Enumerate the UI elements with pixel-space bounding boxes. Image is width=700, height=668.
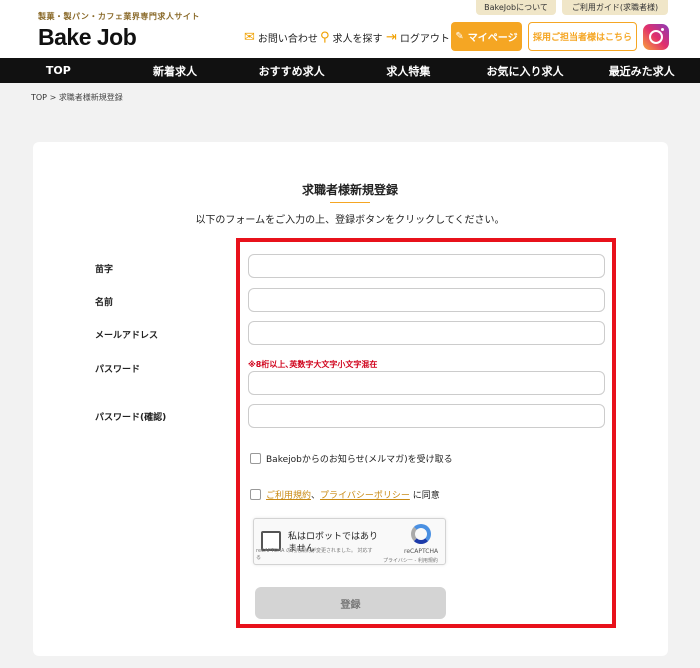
main-nav: TOP 新着求人 おすすめ求人 求人特集 お気に入り求人 最近みた求人 [0,58,700,83]
terms-link[interactable]: ご利用規約 [266,491,311,501]
nav-recommended-jobs[interactable]: おすすめ求人 [233,58,350,83]
breadcrumb-current: 求職者様新規登録 [58,93,123,102]
form-intro: 以下のフォームをご入力の上、登録ボタンをクリックしてください。 [195,215,505,226]
logout-link[interactable]: ⇥ ログアウト [386,30,450,45]
breadcrumb: TOP > 求職者様新規登録 [31,92,123,103]
mail-icon: ✉ [244,30,255,45]
nav-job-features[interactable]: 求人特集 [350,58,467,83]
recaptcha-widget: 私はロボットではありません reCAPTCHA reCAPTCHA の利用規約が… [253,518,446,565]
site-tagline: 製菓・製パン・カフェ業界専門求人サイト [38,12,200,21]
edit-icon: ✎ [455,31,464,42]
privacy-link[interactable]: プライバシーポリシー [320,491,410,501]
terms-option[interactable]: ご利用規約、プライバシーポリシー に同意 [250,488,440,501]
logout-label: ログアウト [399,34,450,45]
newsletter-option[interactable]: Bakejobからのお知らせ(メルマガ)を受け取る [250,452,453,465]
terms-checkbox[interactable] [250,489,261,500]
recaptcha-logo-icon [411,524,431,544]
guide-link[interactable]: ご利用ガイド(求職者様) [562,0,668,15]
recaptcha-brand: reCAPTCHA [404,548,439,555]
register-button[interactable]: 登録 [255,587,446,619]
nav-top[interactable]: TOP [0,58,117,83]
agree-suffix: に同意 [412,491,440,501]
newsletter-checkbox[interactable] [250,453,261,464]
last-name-label: 苗字 [95,265,114,275]
logout-icon: ⇥ [386,30,397,45]
nav-new-jobs[interactable]: 新着求人 [117,58,234,83]
email-label: メールアドレス [95,331,159,341]
search-label: 求人を探す [332,34,383,45]
password-confirm-label: パスワード(確認) [95,413,167,423]
highlight-frame [236,238,616,628]
search-jobs-link[interactable]: ⚲ 求人を探す [320,30,383,45]
breadcrumb-top[interactable]: TOP [31,93,47,102]
contact-label: お問い合わせ [257,34,318,45]
newsletter-label: Bakejobからのお知らせ(メルマガ)を受け取る [266,455,453,465]
password-label: パスワード [95,365,141,375]
recaptcha-terms[interactable]: プライバシー - 利用規約 [383,557,438,564]
terms-separator: 、 [311,491,321,501]
title-underline [330,202,370,203]
nav-favorite-jobs[interactable]: お気に入り求人 [467,58,584,83]
site-header: BakeJobについて ご利用ガイド(求職者様) 製菓・製パン・カフェ業界専門求… [0,0,700,58]
breadcrumb-separator: > [49,93,57,102]
page-title: 求職者様新規登録 [301,183,398,197]
recruiter-button[interactable]: 採用ご担当者様はこちら [528,22,637,51]
contact-link[interactable]: ✉ お問い合わせ [244,30,318,45]
nav-recent-jobs[interactable]: 最近みた求人 [583,58,700,83]
about-link[interactable]: BakeJobについて [476,0,556,15]
recaptcha-notice[interactable]: reCAPTCHA の利用規約が変更されました。 対応する [256,548,376,562]
search-icon: ⚲ [320,30,330,45]
mypage-label: マイページ [467,33,518,44]
instagram-icon[interactable] [643,24,669,50]
mypage-button[interactable]: ✎ マイページ [451,22,522,51]
site-logo[interactable]: Bake Job [38,24,137,51]
first-name-label: 名前 [95,298,114,308]
